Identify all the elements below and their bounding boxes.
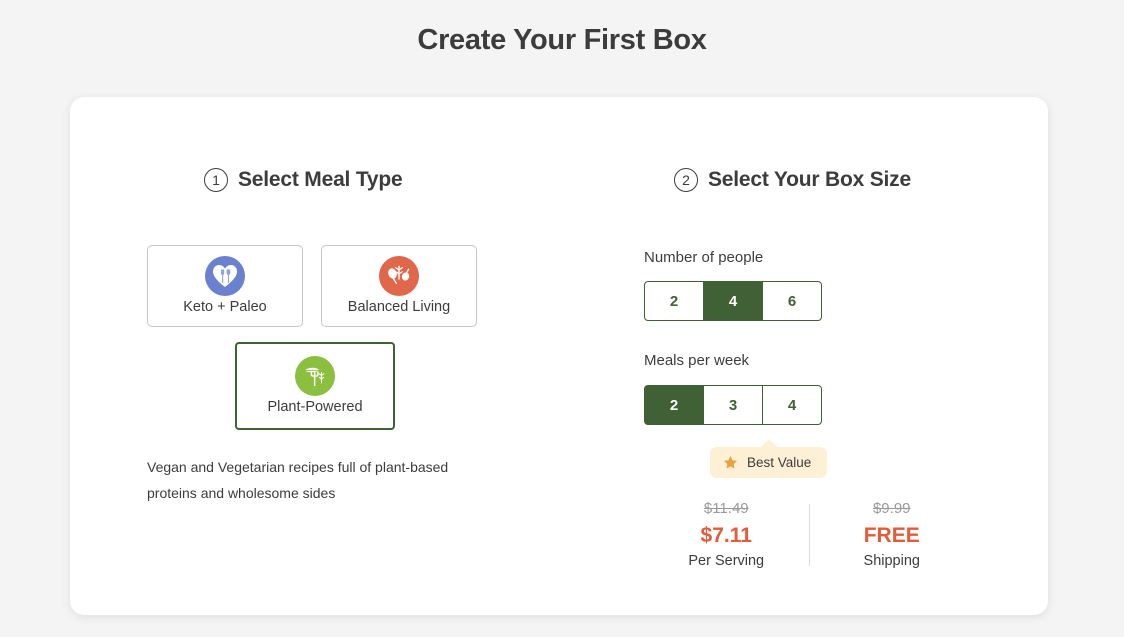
meals-per-week-label: Meals per week [644,352,750,369]
shipping-new-price: FREE [863,523,920,547]
meals-option-3[interactable]: 3 [703,385,763,425]
meal-option-label: Keto + Paleo [183,298,267,315]
heart-utensils-icon [205,255,245,296]
price-per-serving: $11.49 $7.11 Per Serving [644,498,809,572]
meals-option-2[interactable]: 2 [644,385,704,425]
people-option-4[interactable]: 4 [703,281,763,321]
price-shipping: $9.99 FREE Shipping [810,498,975,572]
shipping-note: Shipping [863,552,920,569]
number-of-people-label: Number of people [644,249,764,266]
vegetables-icon [379,255,419,296]
best-value-label: Best Value [747,455,812,470]
meal-type-row-2: Plant-Powered [235,342,497,430]
people-option-6[interactable]: 6 [762,281,822,321]
order-configurator-card: 1 Select Meal Type Keto + Paleo Balanced… [70,97,1048,615]
meal-type-section-header: 1 Select Meal Type [204,168,403,192]
page-title: Create Your First Box [417,24,707,56]
box-size-section-header: 2 Select Your Box Size [674,168,911,192]
meal-type-description: Vegan and Vegetarian recipes full of pla… [147,459,449,501]
star-icon [724,456,737,469]
meal-option-keto-paleo[interactable]: Keto + Paleo [147,245,303,327]
per-serving-note: Per Serving [688,552,765,569]
best-value-badge: Best Value [710,439,828,478]
per-serving-new-price: $7.11 [700,523,752,547]
meals-option-4[interactable]: 4 [762,385,822,425]
meal-type-row-1: Keto + Paleo Balanced Living [147,245,497,327]
meal-option-label: Plant-Powered [267,398,363,415]
page-root: Create Your First Box 1 Select Meal Type [0,0,1124,637]
people-option-2[interactable]: 2 [644,281,704,321]
meal-option-plant-powered[interactable]: Plant-Powered [235,342,395,430]
number-of-people-selector[interactable]: 2 4 6 [644,281,822,321]
step-number-circle-1: 1 [204,168,228,192]
per-serving-old-price: $11.49 [703,500,749,517]
leaf-fork-icon [295,355,335,396]
shipping-old-price: $9.99 [872,500,911,517]
meal-type-options: Keto + Paleo Balanced Living Plant-Power… [147,245,497,430]
meal-type-section-title: Select Meal Type [238,168,403,191]
meal-option-label: Balanced Living [347,298,451,315]
pricing-summary: $11.49 $7.11 Per Serving $9.99 FREE Ship… [644,498,974,572]
meals-per-week-selector[interactable]: 2 3 4 [644,385,822,425]
step-number-circle-2: 2 [674,168,698,192]
meal-option-balanced-living[interactable]: Balanced Living [321,245,477,327]
box-size-section-title: Select Your Box Size [708,168,911,191]
